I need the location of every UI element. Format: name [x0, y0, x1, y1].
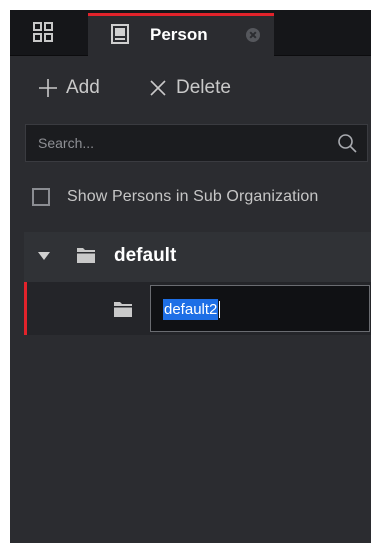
- rename-selected-text: default2: [163, 299, 219, 320]
- rename-field[interactable]: default2: [150, 285, 370, 332]
- search-icon[interactable]: [337, 133, 357, 153]
- delete-label: Delete: [176, 77, 231, 98]
- tree-node-default2[interactable]: default2: [24, 282, 371, 335]
- search-input[interactable]: [26, 125, 326, 161]
- folder-icon: [77, 248, 95, 263]
- sub-org-label: Show Persons in Sub Organization: [67, 188, 319, 205]
- person-card-icon: [111, 24, 129, 44]
- caret-down-icon[interactable]: [38, 251, 50, 261]
- close-icon: [150, 80, 166, 96]
- plus-icon: [39, 79, 57, 97]
- tab-label: Person: [150, 25, 208, 44]
- tab-bar: Person: [10, 10, 371, 56]
- folder-icon: [114, 302, 132, 317]
- add-button[interactable]: Add: [38, 74, 100, 102]
- text-caret: [219, 301, 220, 318]
- tab-person[interactable]: Person: [88, 13, 274, 56]
- toolbar: Add Delete: [10, 68, 371, 108]
- tree-node-default[interactable]: default: [24, 232, 371, 282]
- grid-menu-icon[interactable]: [33, 22, 53, 42]
- add-label: Add: [66, 77, 100, 98]
- close-tab-icon[interactable]: [246, 28, 260, 42]
- search-box: [25, 124, 368, 162]
- tree-node-label: default: [114, 245, 177, 266]
- person-panel: Person Add Delete Show Persons in: [10, 10, 371, 543]
- sub-org-option: Show Persons in Sub Organization: [32, 186, 318, 208]
- sub-org-checkbox[interactable]: [32, 188, 50, 206]
- delete-button[interactable]: Delete: [148, 74, 231, 102]
